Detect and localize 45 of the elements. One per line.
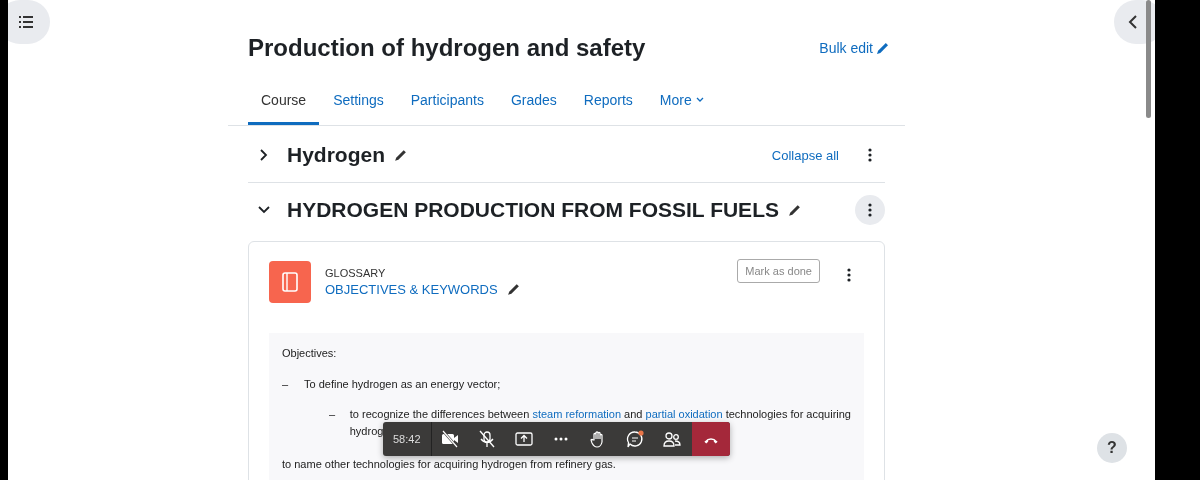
bulk-edit-link[interactable]: Bulk edit — [819, 40, 888, 56]
section-menu-button[interactable] — [855, 195, 885, 225]
vertical-dots-icon — [847, 268, 851, 282]
glossary-link[interactable]: steam reformation — [532, 408, 622, 420]
share-screen-icon — [514, 430, 535, 448]
nav-tab[interactable]: More — [646, 82, 717, 125]
glossary-icon — [269, 261, 311, 303]
menu-icon — [19, 16, 33, 28]
vertical-dots-icon — [868, 148, 872, 162]
collapse-all-link[interactable]: Collapse all — [771, 147, 839, 163]
section-title: HYDROGEN PRODUCTION FROM FOSSIL FUELS — [287, 198, 779, 222]
list-dash: – — [282, 378, 290, 391]
caret-icon — [695, 97, 704, 103]
course-title: Production of hydrogen and safety — [248, 34, 646, 62]
scrollbar[interactable] — [1146, 0, 1151, 118]
nav-tab[interactable]: Settings — [320, 82, 397, 125]
camera-off-icon — [440, 430, 461, 448]
vertical-dots-icon — [868, 203, 872, 217]
chevron-right-icon[interactable] — [258, 149, 270, 161]
glossary-link[interactable]: partial oxidation — [645, 408, 723, 420]
nav-tab[interactable]: Participants — [397, 82, 497, 125]
pencil-icon — [877, 42, 888, 54]
people-icon — [662, 430, 683, 448]
objective-text: to name other technologies for acquiring hydrogen from refinery gas. — [282, 458, 617, 471]
pencil-icon[interactable] — [505, 282, 521, 297]
more-icon — [554, 437, 569, 441]
list-dash: – — [329, 408, 337, 422]
activity-link[interactable]: OBJECTIVES & KEYWORDS — [325, 282, 498, 297]
course-index-button[interactable] — [8, 0, 50, 44]
nav-tab[interactable]: Reports — [570, 82, 646, 125]
pencil-icon[interactable] — [393, 147, 408, 163]
objectives-heading: Objectives: — [282, 347, 338, 360]
objective-text: hydrog — [349, 425, 385, 438]
nav-tab[interactable]: Course — [248, 82, 320, 125]
chevron-down-icon[interactable] — [258, 204, 270, 216]
mark-as-done-button[interactable]: Mark as done — [737, 259, 820, 283]
help-button[interactable]: ? — [1097, 433, 1127, 463]
chevron-left-icon — [1128, 15, 1138, 29]
objective-text: to recognize the differences between steam reformation and partial oxidation technologies for acquiring — [349, 408, 851, 421]
call-timer: 58:42 — [383, 422, 432, 456]
section-title: Hydrogen — [287, 143, 385, 167]
nav-tab[interactable]: Grades — [497, 82, 570, 125]
pencil-icon[interactable] — [786, 202, 802, 218]
activity-type: GLOSSARY — [325, 267, 387, 279]
objective-text: To define hydrogen as an energy vector; — [304, 378, 501, 391]
